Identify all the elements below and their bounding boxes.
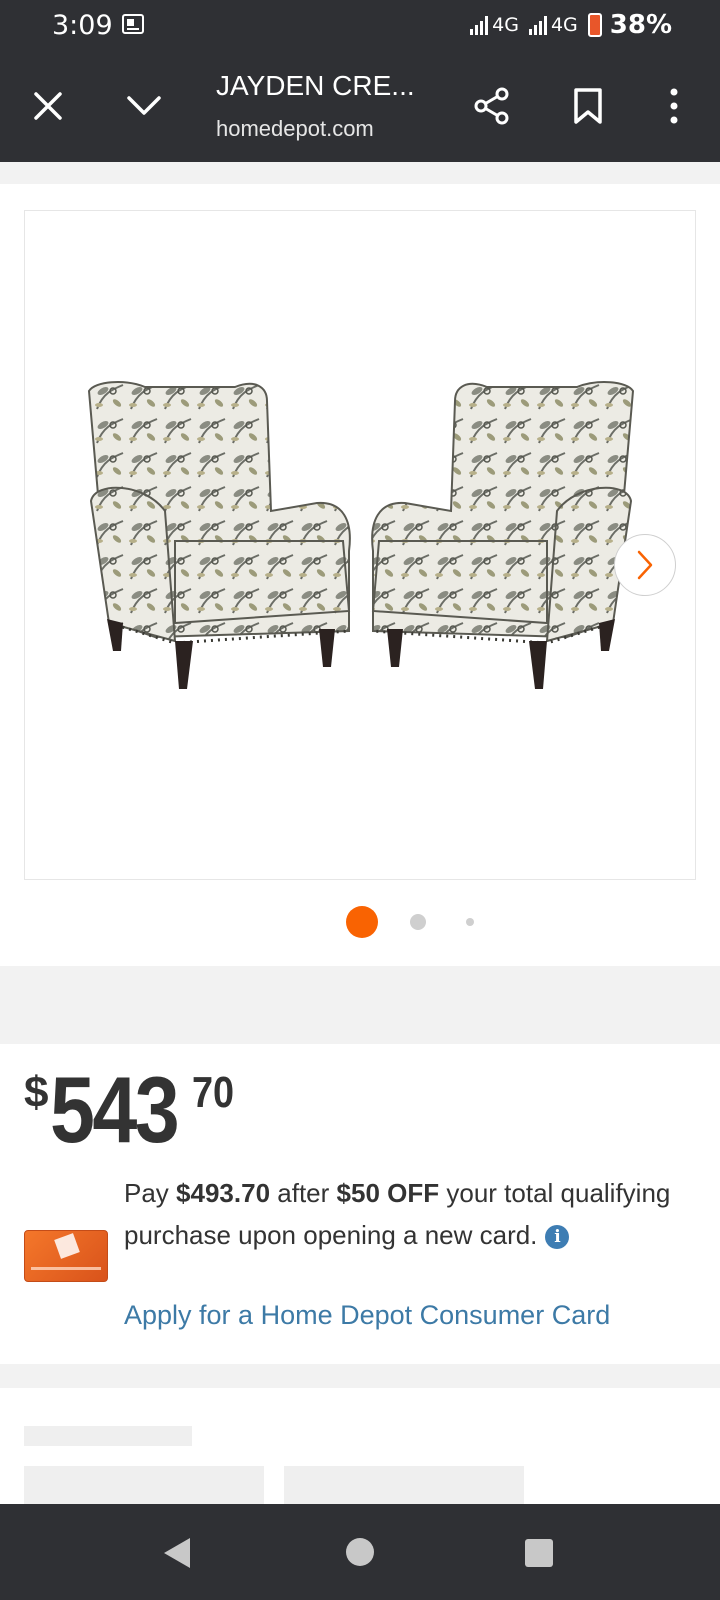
product-image[interactable] bbox=[24, 210, 696, 880]
more-options-button[interactable] bbox=[644, 76, 704, 136]
back-icon[interactable] bbox=[160, 1536, 194, 1570]
bookmark-button[interactable] bbox=[558, 76, 618, 136]
promo-text-pay: Pay bbox=[124, 1178, 169, 1208]
system-navigation-bar bbox=[0, 1504, 720, 1600]
price-dollars: 543 bbox=[50, 1057, 180, 1162]
chevron-down-icon bbox=[127, 96, 161, 115]
close-icon bbox=[34, 92, 62, 120]
page-url: homedepot.com bbox=[216, 116, 374, 141]
page-title: JAYDEN CRE... bbox=[216, 70, 415, 101]
home-icon[interactable] bbox=[344, 1536, 376, 1568]
chevron-right-icon bbox=[637, 550, 653, 580]
minimize-button[interactable] bbox=[114, 76, 174, 136]
battery-icon bbox=[587, 13, 602, 37]
carousel-dot[interactable] bbox=[466, 918, 474, 926]
promo-discount: $50 OFF bbox=[336, 1178, 440, 1208]
status-time: 3:09 bbox=[52, 10, 113, 41]
home-depot-card-image bbox=[24, 1230, 108, 1282]
skeleton-block bbox=[24, 1466, 264, 1504]
bookmark-icon bbox=[574, 88, 602, 124]
signal-icon bbox=[470, 15, 489, 35]
apply-card-link[interactable]: Apply for a Home Depot Consumer Card bbox=[124, 1300, 610, 1331]
signal-icon bbox=[528, 15, 547, 35]
network-type-2: 4G bbox=[550, 14, 578, 36]
more-vert-icon bbox=[670, 88, 678, 124]
armchairs-image bbox=[87, 381, 635, 689]
skeleton-line bbox=[24, 1426, 192, 1446]
close-button[interactable] bbox=[18, 76, 78, 136]
promo-discounted-price: $493.70 bbox=[176, 1178, 271, 1208]
next-image-button[interactable] bbox=[614, 534, 676, 596]
share-icon bbox=[474, 87, 509, 125]
carousel-dot[interactable] bbox=[410, 914, 426, 930]
info-icon[interactable]: i bbox=[545, 1225, 570, 1250]
credit-offer-text: Pay $493.70 after $50 OFF your total qua… bbox=[124, 1172, 694, 1256]
promo-text-after: after bbox=[277, 1178, 330, 1208]
status-indicators: 4G 4G 38% bbox=[470, 10, 672, 40]
browser-toolbar: JAYDEN CRE... homedepot.com bbox=[0, 52, 720, 162]
recents-icon[interactable] bbox=[524, 1538, 554, 1568]
news-notification-icon bbox=[122, 14, 144, 34]
battery-percent: 38% bbox=[609, 10, 672, 40]
share-button[interactable] bbox=[462, 76, 522, 136]
price-currency: $ bbox=[24, 1068, 49, 1117]
network-type-1: 4G bbox=[492, 14, 519, 36]
price-cents: 70 bbox=[192, 1068, 235, 1117]
status-bar: 3:09 4G 4G 38% bbox=[0, 0, 720, 52]
skeleton-block bbox=[284, 1466, 524, 1504]
carousel-dot-active[interactable] bbox=[346, 906, 378, 938]
